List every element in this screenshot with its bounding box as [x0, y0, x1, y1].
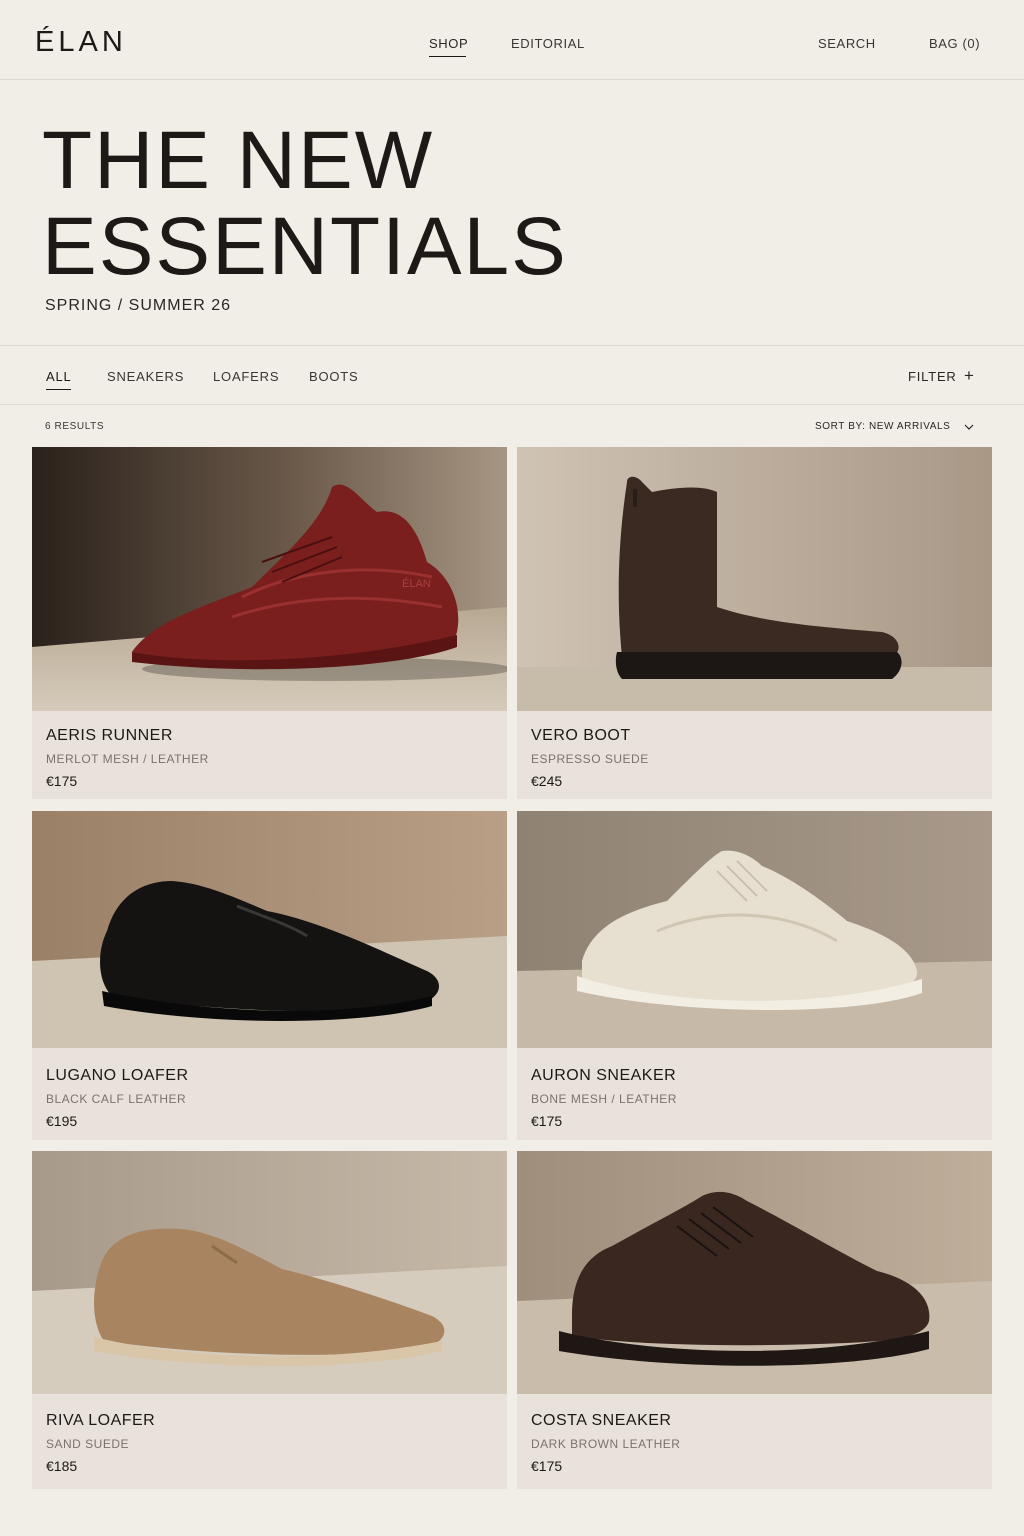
product-price: €245 [531, 773, 563, 789]
product-material: MERLOT MESH / LEATHER [46, 752, 209, 766]
hero-subtitle: SPRING / SUMMER 26 [45, 297, 232, 314]
product-card[interactable]: AURON SNEAKER BONE MESH / LEATHER €175 [517, 811, 992, 1140]
results-count: 6 RESULTS [45, 421, 105, 432]
bag-link[interactable]: BAG (0) [929, 36, 980, 51]
product-name[interactable]: AURON SNEAKER [531, 1067, 676, 1085]
product-material: ESPRESSO SUEDE [531, 752, 649, 766]
sneaker-icon [517, 1151, 992, 1394]
tab-active-underline [46, 389, 71, 390]
tab-loafers[interactable]: LOAFERS [213, 369, 279, 384]
hero-title-line-1: THE NEW [42, 115, 435, 206]
product-name[interactable]: RIVA LOAFER [46, 1412, 155, 1430]
product-image[interactable] [32, 1151, 507, 1394]
nav-shop-link[interactable]: SHOP [429, 36, 468, 51]
product-card[interactable]: COSTA SNEAKER DARK BROWN LEATHER €175 [517, 1151, 992, 1489]
search-link[interactable]: SEARCH [818, 36, 876, 51]
product-price: €175 [46, 773, 78, 789]
chevron-down-icon[interactable] [962, 420, 976, 434]
site-header: ÉLAN SHOP EDITORIAL SEARCH BAG (0) [0, 0, 1024, 80]
tab-sneakers[interactable]: SNEAKERS [107, 369, 184, 384]
loafer-icon [32, 1151, 507, 1394]
sneaker-icon: ÉLAN [32, 447, 507, 711]
product-material: BLACK CALF LEATHER [46, 1092, 187, 1106]
brand-logo[interactable]: ÉLAN [35, 26, 127, 59]
product-name[interactable]: LUGANO LOAFER [46, 1067, 189, 1085]
hero-title: THE NEW ESSENTIALS [42, 118, 568, 290]
plus-icon[interactable]: + [964, 366, 974, 386]
sort-dropdown[interactable]: SORT BY: NEW ARRIVALS [815, 421, 950, 432]
product-price: €185 [46, 1458, 78, 1474]
product-material: SAND SUEDE [46, 1437, 130, 1451]
product-name[interactable]: VERO BOOT [531, 727, 631, 745]
product-card[interactable]: ÉLAN AERIS RUNNER MERLOT MESH / LEATHER … [32, 447, 507, 799]
product-image[interactable] [517, 447, 992, 711]
product-name[interactable]: COSTA SNEAKER [531, 1412, 671, 1430]
product-card[interactable]: LUGANO LOAFER BLACK CALF LEATHER €195 [32, 811, 507, 1140]
sneaker-icon [517, 811, 992, 1048]
product-material: BONE MESH / LEATHER [531, 1092, 677, 1106]
loafer-icon [32, 811, 507, 1048]
tab-all[interactable]: ALL [46, 369, 72, 384]
product-material: DARK BROWN LEATHER [531, 1437, 681, 1451]
product-card[interactable]: RIVA LOAFER SAND SUEDE €185 [32, 1151, 507, 1489]
nav-active-underline [429, 56, 466, 57]
boot-icon [517, 447, 992, 711]
product-price: €175 [531, 1458, 563, 1474]
product-image[interactable] [517, 811, 992, 1048]
product-card[interactable]: VERO BOOT ESPRESSO SUEDE €245 [517, 447, 992, 799]
product-price: €195 [46, 1113, 78, 1129]
product-price: €175 [531, 1113, 563, 1129]
hero-title-line-2: ESSENTIALS [42, 201, 568, 292]
product-name[interactable]: AERIS RUNNER [46, 727, 173, 745]
filter-button[interactable]: FILTER [908, 369, 957, 384]
product-image[interactable]: ÉLAN [32, 447, 507, 711]
tab-boots[interactable]: BOOTS [309, 369, 359, 384]
product-image[interactable] [32, 811, 507, 1048]
shoe-logo-text: ÉLAN [402, 577, 431, 590]
category-bar: ALL SNEAKERS LOAFERS BOOTS FILTER + [0, 345, 1024, 405]
product-image[interactable] [517, 1151, 992, 1394]
nav-editorial-link[interactable]: EDITORIAL [511, 36, 585, 51]
